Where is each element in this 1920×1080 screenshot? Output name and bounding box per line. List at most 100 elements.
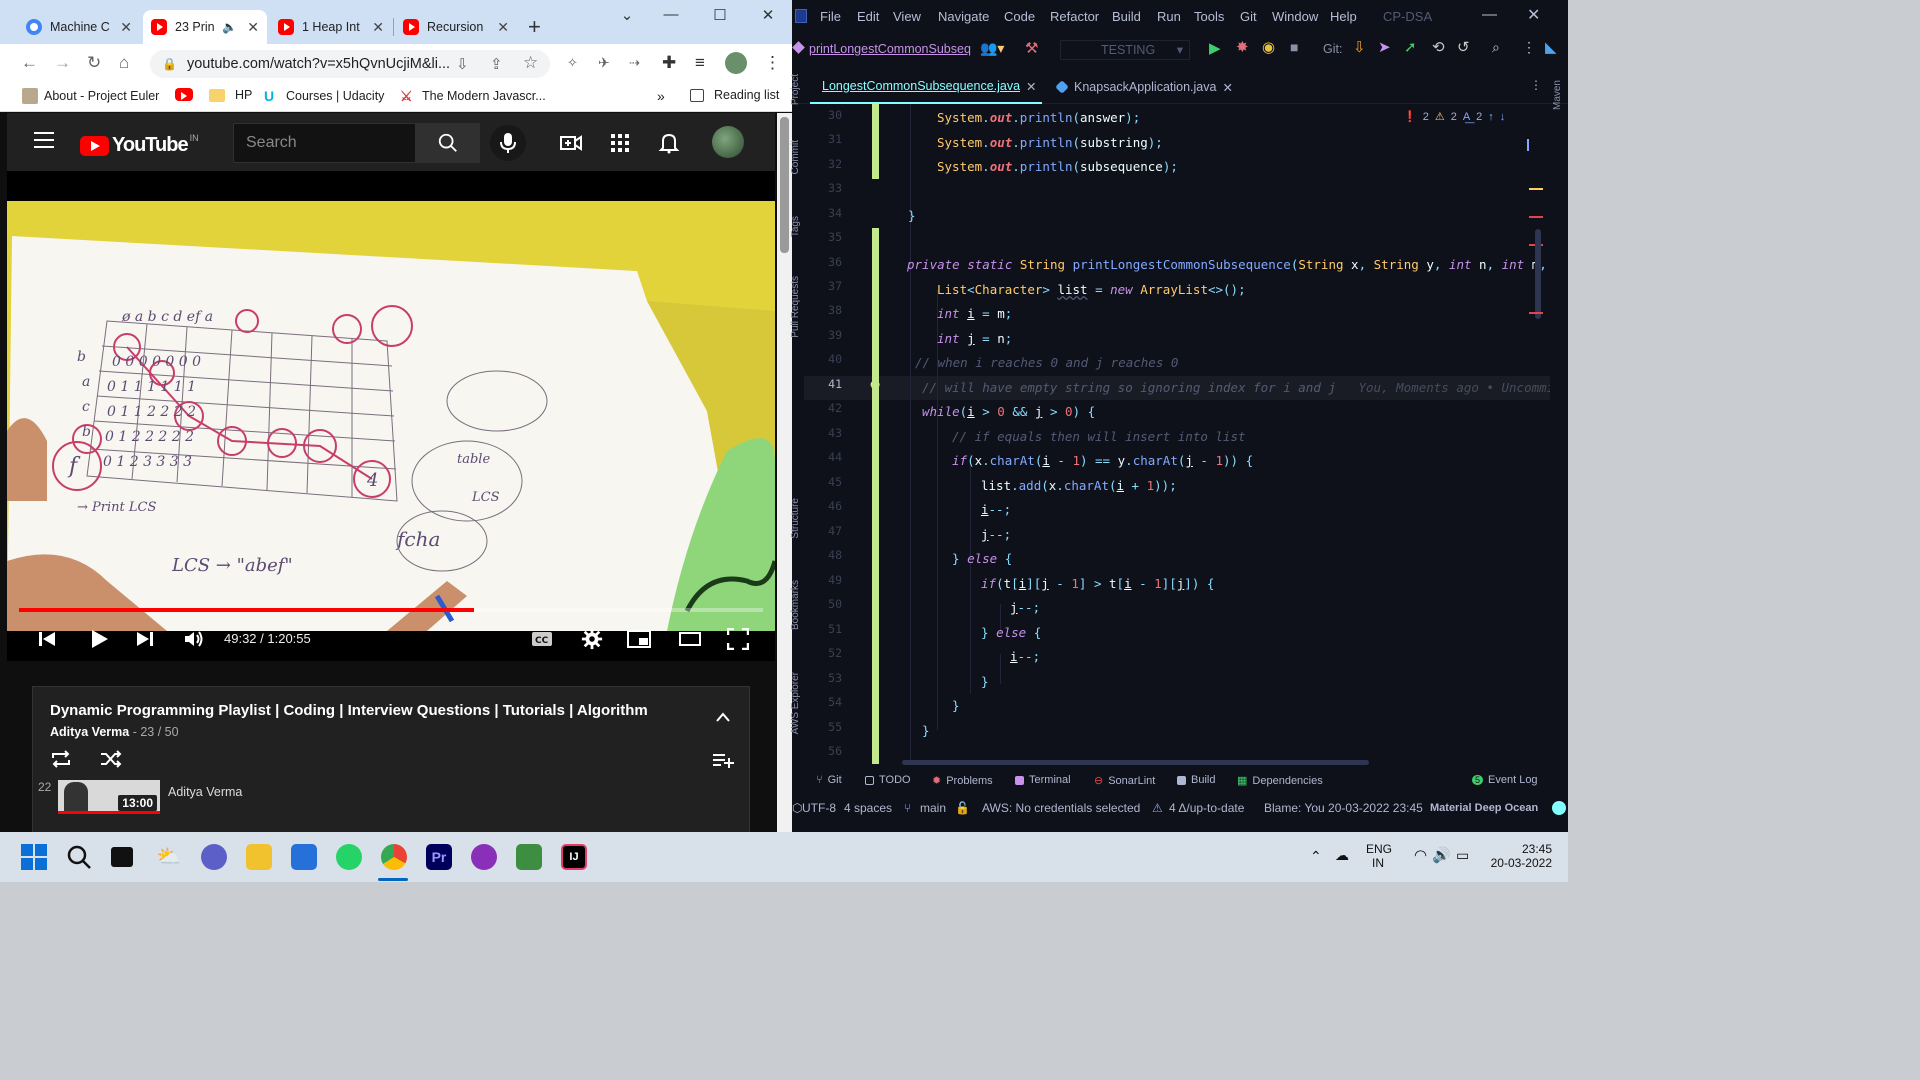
- shuffle-icon[interactable]: [100, 750, 122, 768]
- code-line[interactable]: j--;: [1010, 596, 1040, 620]
- tab-heap[interactable]: 1 Heap Int ✕: [270, 10, 392, 44]
- status-expand-icon[interactable]: ⬡: [792, 801, 802, 815]
- menu-navigate[interactable]: Navigate: [938, 9, 989, 24]
- chrome-menu-icon[interactable]: ⋮: [764, 53, 781, 73]
- tab-active-video[interactable]: 23 Prin 🔈 ✕: [143, 10, 267, 44]
- code-line[interactable]: int i = m;: [937, 302, 1012, 326]
- voice-search-button[interactable]: [490, 125, 526, 161]
- save-playlist-icon[interactable]: [712, 752, 734, 768]
- play-icon[interactable]: [87, 627, 111, 651]
- breadcrumb-method[interactable]: printLongestCommonSubseq: [809, 42, 971, 56]
- audio-playing-icon[interactable]: 🔈: [222, 20, 237, 34]
- reading-list[interactable]: Reading list: [690, 88, 779, 102]
- minimize-icon[interactable]: —: [651, 6, 691, 23]
- playlist-title[interactable]: Dynamic Programming Playlist | Coding | …: [50, 702, 648, 719]
- menu-run[interactable]: Run: [1157, 9, 1181, 24]
- menu-view[interactable]: View: [893, 9, 921, 24]
- close-window-icon[interactable]: ✕: [748, 6, 788, 24]
- code-line[interactable]: // will have empty string so ignoring in…: [922, 376, 1550, 400]
- changed-lines-marker[interactable]: [872, 228, 879, 764]
- notifications-bell-icon[interactable]: [657, 131, 681, 155]
- whatsapp-icon[interactable]: [336, 844, 362, 870]
- changed-lines-marker[interactable]: [872, 104, 879, 179]
- youtube-search-input[interactable]: Search: [233, 123, 416, 163]
- run-icon[interactable]: ▶: [1209, 39, 1221, 57]
- tool-event-log[interactable]: 5 Event Log: [1472, 774, 1538, 786]
- extensions-puzzle-icon[interactable]: ✚: [662, 53, 676, 73]
- collapse-chevron-icon[interactable]: [716, 712, 730, 722]
- code-line[interactable]: System.out.println(substring);: [937, 131, 1163, 155]
- tool-problems[interactable]: ✹ Problems: [932, 774, 993, 788]
- forward-icon[interactable]: →: [54, 53, 71, 73]
- github-desktop-icon[interactable]: [471, 844, 497, 870]
- menu-file[interactable]: File: [820, 9, 841, 24]
- code-line[interactable]: }: [922, 719, 930, 743]
- task-view-icon[interactable]: [111, 847, 133, 867]
- clock[interactable]: 23:45 20-03-2022: [1490, 842, 1552, 870]
- code-line[interactable]: while(i > 0 && j > 0) {: [922, 400, 1095, 424]
- tab-knapsack-application[interactable]: KnapsackApplication.java ✕: [1050, 70, 1239, 104]
- minimize-icon[interactable]: —: [1482, 6, 1497, 23]
- error-marker[interactable]: [1529, 216, 1543, 218]
- editor-scrollbar-thumb[interactable]: [1535, 229, 1541, 319]
- start-windows-icon[interactable]: [21, 844, 47, 870]
- code-line[interactable]: } else {: [981, 621, 1041, 645]
- code-line[interactable]: j--;: [981, 523, 1011, 547]
- tool-commit[interactable]: Commit: [790, 140, 801, 174]
- tool-terminal[interactable]: Terminal: [1015, 774, 1071, 786]
- tool-maven[interactable]: Maven: [1552, 80, 1563, 110]
- tool-dependencies[interactable]: ▦ Dependencies: [1237, 774, 1323, 788]
- maximize-icon[interactable]: ☐: [700, 6, 740, 24]
- tool-project[interactable]: Project: [790, 74, 801, 105]
- code-line[interactable]: }: [952, 694, 960, 718]
- volume-icon[interactable]: [183, 629, 205, 649]
- scrollbar-thumb[interactable]: [780, 117, 789, 253]
- close-tab-icon[interactable]: ✕: [1026, 79, 1036, 94]
- install-icon[interactable]: ⇩: [456, 55, 469, 73]
- status-theme[interactable]: Material Deep Ocean: [1430, 802, 1538, 814]
- code-line[interactable]: i--;: [1010, 645, 1040, 669]
- reload-icon[interactable]: ↻: [87, 53, 101, 73]
- tool-aws-explorer[interactable]: AWS Explorer: [790, 672, 801, 734]
- new-tab-button[interactable]: +: [528, 14, 541, 40]
- wifi-icon[interactable]: ◠: [1414, 846, 1427, 864]
- tab-machine[interactable]: Machine C ✕: [18, 10, 140, 44]
- code-line[interactable]: // if equals then will insert into list: [952, 425, 1246, 449]
- profile-avatar[interactable]: [725, 52, 747, 74]
- back-icon[interactable]: ←: [21, 53, 38, 73]
- more-bookmarks[interactable]: »: [657, 88, 665, 104]
- horizontal-scrollbar-thumb[interactable]: [902, 760, 1369, 765]
- run-config-select[interactable]: TESTING ▾: [1060, 40, 1190, 60]
- menu-tools[interactable]: Tools: [1194, 9, 1224, 24]
- stop-icon[interactable]: ■: [1290, 39, 1298, 55]
- speaker-icon[interactable]: 🔊: [1432, 846, 1451, 864]
- intellij-taskbar-icon[interactable]: IJ: [561, 844, 587, 870]
- video-player[interactable]: ø a b c d ef a bacb 0 0 0 0 0 0 0 0 1 1 …: [7, 171, 775, 661]
- tool-structure[interactable]: Structure: [790, 498, 801, 539]
- youtube-avatar[interactable]: [712, 126, 744, 158]
- error-marker[interactable]: [1529, 312, 1543, 314]
- chrome-taskbar-icon[interactable]: [381, 844, 407, 870]
- playlist-item-author[interactable]: Aditya Verma: [168, 785, 242, 799]
- code-line[interactable]: if(t[i][j - 1] > t[i - 1][j]) {: [981, 572, 1214, 596]
- git-push-icon[interactable]: ➚: [1404, 38, 1417, 56]
- coverage-icon[interactable]: ◉: [1262, 38, 1275, 56]
- microsoft-store-icon[interactable]: [291, 844, 317, 870]
- teams-chat-icon[interactable]: [201, 844, 227, 870]
- extension-icon[interactable]: ✈: [598, 55, 610, 72]
- warning-marker[interactable]: [1529, 188, 1543, 190]
- status-aws[interactable]: AWS: No credentials selected: [982, 801, 1140, 815]
- menu-edit[interactable]: Edit: [857, 9, 879, 24]
- notepad-icon[interactable]: [516, 844, 542, 870]
- previous-icon[interactable]: [37, 629, 57, 649]
- status-encoding[interactable]: UTF-8: [802, 801, 836, 815]
- status-blame[interactable]: Blame: You 20-03-2022 23:45: [1264, 801, 1423, 815]
- loop-playlist-icon[interactable]: [50, 750, 72, 768]
- tab-search-icon[interactable]: ⌄: [607, 6, 647, 24]
- bookmark-udacity[interactable]: U Courses | Udacity: [264, 88, 384, 104]
- tool-pull-requests[interactable]: Pull Requests: [790, 276, 801, 338]
- theme-indicator-icon[interactable]: [1552, 801, 1566, 815]
- previous-highlight-icon[interactable]: ↑: [1488, 111, 1494, 123]
- code-line[interactable]: System.out.println(subsequence);: [937, 155, 1178, 179]
- tab-longest-common-subsequence[interactable]: LongestCommonSubsequence.java ✕: [810, 70, 1042, 104]
